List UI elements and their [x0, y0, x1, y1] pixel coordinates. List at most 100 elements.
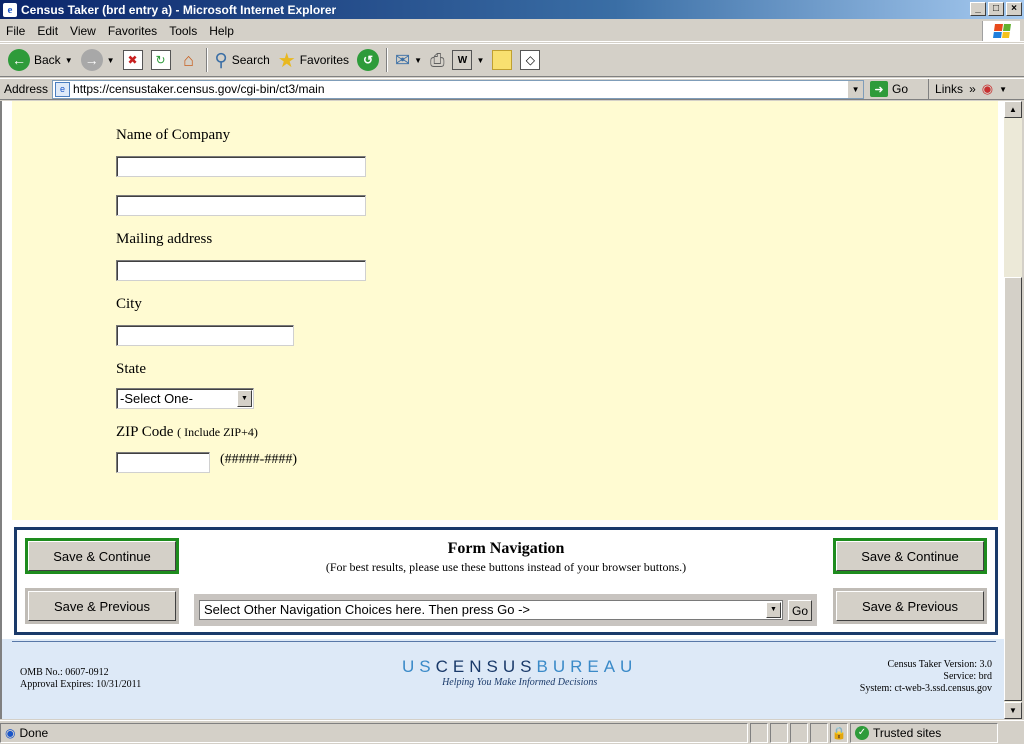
- links-toolbar[interactable]: Links » ◉ ▼: [928, 79, 1007, 99]
- menu-file[interactable]: File: [0, 24, 31, 38]
- menu-favorites[interactable]: Favorites: [102, 24, 163, 38]
- edit-dropdown-icon[interactable]: ▼: [476, 56, 484, 65]
- mail-icon: ✉: [395, 49, 411, 70]
- security-zone[interactable]: ✓ Trusted sites: [850, 722, 998, 743]
- version-info: Census Taker Version: 3.0 Service: brd S…: [860, 659, 992, 695]
- chevron-down-icon[interactable]: ▼: [237, 390, 252, 407]
- refresh-button[interactable]: ↻: [147, 46, 175, 74]
- logo-census: CENSUS: [435, 657, 537, 676]
- minimize-button[interactable]: _: [970, 2, 986, 16]
- company-label: Name of Company: [116, 127, 231, 143]
- print-button[interactable]: ⎙: [426, 46, 448, 74]
- search-icon: ⚲: [214, 49, 228, 70]
- address-go-button[interactable]: ➜ Go: [870, 81, 908, 97]
- form-area: Name of Company Mailing address City Sta…: [12, 101, 998, 520]
- form-navigation-box: Form Navigation (For best results, pleas…: [14, 527, 998, 635]
- zip-label: ZIP Code ( Include ZIP+4): [116, 424, 258, 441]
- address-dropdown-icon[interactable]: ▼: [847, 80, 864, 98]
- menu-view[interactable]: View: [64, 24, 102, 38]
- history-button[interactable]: ↺: [353, 46, 383, 74]
- scrollbar-thumb[interactable]: [1004, 277, 1022, 701]
- zone-label: Trusted sites: [873, 725, 942, 740]
- scroll-up-icon[interactable]: ▲: [1004, 101, 1022, 118]
- favorites-label: Favorites: [299, 53, 350, 67]
- chevron-right-icon[interactable]: »: [969, 82, 976, 96]
- lock-icon[interactable]: 🔒: [832, 726, 847, 740]
- maximize-button[interactable]: □: [988, 2, 1004, 16]
- zip-input[interactable]: [116, 452, 210, 473]
- service-text: Service: brd: [943, 671, 992, 682]
- links-label: Links: [935, 82, 964, 96]
- omb-number: OMB No.: 0607-0912: [20, 667, 109, 678]
- links-globe-icon[interactable]: ◉: [982, 81, 993, 97]
- note-button[interactable]: [488, 46, 516, 74]
- stop-icon: ✖: [122, 50, 143, 70]
- forward-button[interactable]: → ▼: [77, 46, 119, 74]
- back-label: Back: [34, 53, 61, 67]
- menu-bar: File Edit View Favorites Tools Help: [0, 20, 1024, 42]
- navigation-go-button[interactable]: Go: [788, 600, 812, 621]
- refresh-icon: ↻: [150, 50, 171, 70]
- go-label: Go: [892, 82, 909, 96]
- mail-dropdown-icon[interactable]: ▼: [414, 56, 422, 65]
- city-label: City: [116, 296, 142, 312]
- omb-info: OMB No.: 0607-0912 Approval Expires: 10/…: [20, 667, 141, 691]
- window-title: Census Taker (brd entry a) - Microsoft I…: [21, 2, 337, 17]
- mailing-address-input[interactable]: [116, 260, 366, 281]
- navigation-select-value: Select Other Navigation Choices here. Th…: [204, 602, 531, 617]
- stop-button[interactable]: ✖: [119, 46, 147, 74]
- zip-label-text: ZIP Code: [116, 424, 174, 440]
- save-continue-button-right[interactable]: Save & Continue: [833, 538, 987, 574]
- edit-button[interactable]: W ▼: [448, 46, 488, 74]
- address-url: https://censustaker.census.gov/cgi-bin/c…: [73, 82, 325, 96]
- toolbar: ← Back ▼ → ▼ ✖ ↻ ⌂ ⚲ Search ★ Favorites …: [0, 43, 1024, 77]
- status-text: Done: [19, 725, 49, 740]
- search-label: Search: [231, 53, 270, 67]
- navigation-select-group: Select Other Navigation Choices here. Th…: [194, 594, 817, 626]
- census-bureau-logo: USCENSUSBUREAU Helping You Make Informed…: [402, 657, 637, 688]
- menu-edit[interactable]: Edit: [31, 24, 64, 38]
- footer-divider: [12, 641, 996, 642]
- state-select[interactable]: -Select One- ▼: [116, 388, 254, 409]
- back-button[interactable]: ← Back ▼: [4, 46, 77, 74]
- back-arrow-icon: ←: [8, 49, 30, 71]
- home-button[interactable]: ⌂: [175, 46, 203, 74]
- city-input[interactable]: [116, 325, 294, 346]
- ie-icon: e: [3, 2, 17, 17]
- forward-arrow-icon: →: [80, 49, 103, 71]
- approval-expires: Approval Expires: 10/31/2011: [20, 679, 142, 690]
- zip-note: ( Include ZIP+4): [177, 425, 258, 439]
- mail-button[interactable]: ✉ ▼: [391, 46, 426, 74]
- scroll-down-icon[interactable]: ▼: [1004, 702, 1022, 719]
- menu-tools[interactable]: Tools: [163, 24, 203, 38]
- diamond-button[interactable]: ◇: [516, 46, 544, 74]
- address-label: Address: [4, 82, 49, 96]
- title-bar: e Census Taker (brd entry a) - Microsoft…: [0, 0, 1024, 19]
- zip-hint: (#####-####): [220, 452, 297, 467]
- page-done-icon: ◉: [5, 725, 16, 740]
- close-button[interactable]: ×: [1006, 2, 1022, 16]
- save-previous-button-left[interactable]: Save & Previous: [25, 588, 179, 624]
- history-icon: ↺: [357, 49, 380, 71]
- status-main: ◉ Done: [0, 722, 748, 743]
- page-viewport: Name of Company Mailing address City Sta…: [0, 101, 1004, 719]
- company-name-line1-input[interactable]: [116, 156, 366, 177]
- navigation-choices-select[interactable]: Select Other Navigation Choices here. Th…: [199, 600, 783, 620]
- logo-tagline: Helping You Make Informed Decisions: [442, 677, 598, 688]
- save-previous-button-right[interactable]: Save & Previous: [833, 588, 987, 624]
- favorites-button[interactable]: ★ Favorites: [274, 46, 353, 74]
- back-dropdown-icon[interactable]: ▼: [65, 56, 73, 65]
- chevron-down-icon[interactable]: ▼: [766, 602, 781, 618]
- check-icon: ✓: [855, 725, 869, 740]
- state-select-value: -Select One-: [120, 391, 193, 406]
- company-name-line2-input[interactable]: [116, 195, 366, 216]
- menu-help[interactable]: Help: [203, 24, 240, 38]
- search-button[interactable]: ⚲ Search: [211, 46, 274, 74]
- save-continue-button-left[interactable]: Save & Continue: [25, 538, 179, 574]
- windows-logo-icon: [982, 21, 1020, 41]
- vertical-scrollbar[interactable]: ▲ ▼: [1004, 101, 1022, 719]
- system-text: System: ct-web-3.ssd.census.gov: [859, 683, 992, 694]
- forward-dropdown-icon[interactable]: ▼: [107, 56, 115, 65]
- links-dropdown-icon[interactable]: ▼: [999, 85, 1007, 94]
- address-input[interactable]: e https://censustaker.census.gov/cgi-bin…: [52, 79, 865, 99]
